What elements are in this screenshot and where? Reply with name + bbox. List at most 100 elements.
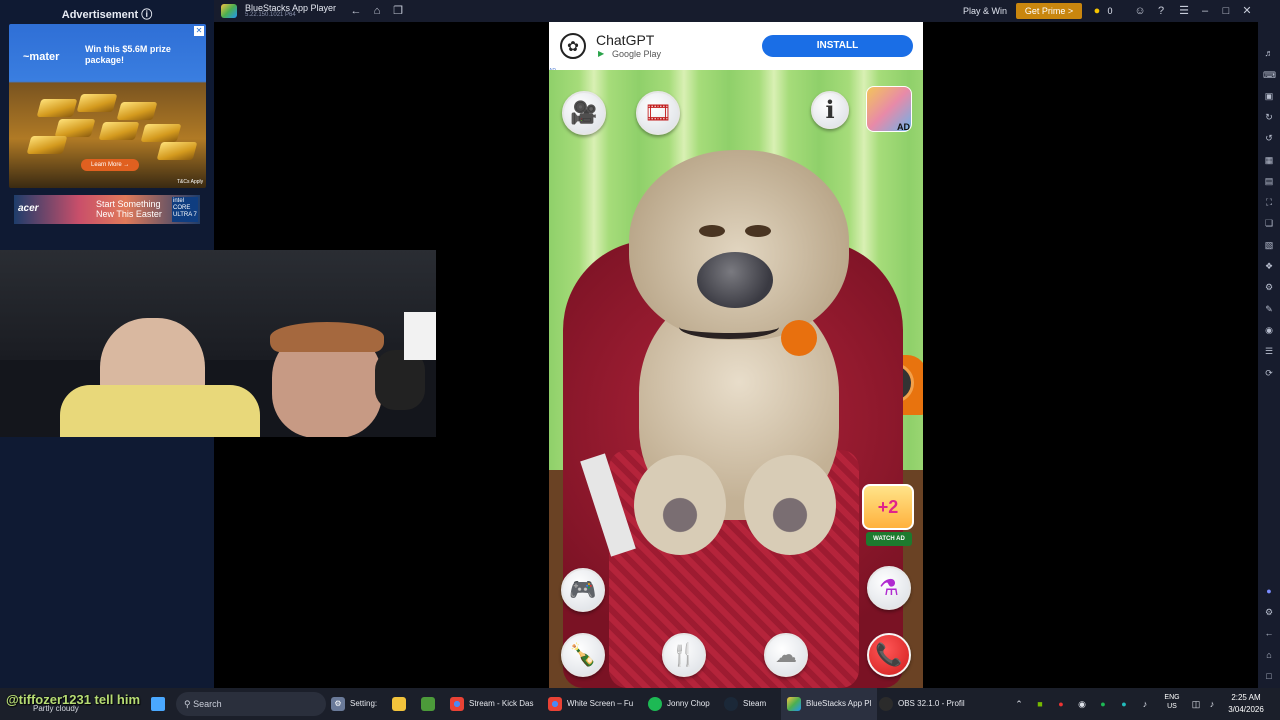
gold-bar-image	[98, 122, 140, 140]
volume-icon[interactable]: ♪	[1206, 698, 1218, 710]
spotify-icon	[648, 696, 662, 711]
taskbar-app-chrome-kick[interactable]: Stream - Kick Das	[450, 688, 533, 720]
gold-bar-image	[140, 124, 182, 142]
macro-icon[interactable]: ▦	[1263, 154, 1275, 166]
potions-button[interactable]: ⚗	[867, 566, 911, 610]
media-folder-icon[interactable]: ▧	[1263, 239, 1275, 251]
taskbar-app-bluestacks[interactable]: BlueStacks App Pl	[781, 688, 878, 720]
taskbar-app-label: Setting:	[350, 699, 378, 708]
ben-right-eye	[745, 225, 771, 237]
screenshot-icon[interactable]: ⛶	[1263, 196, 1275, 208]
gold-bar-image	[76, 94, 118, 112]
multi-instance-icon[interactable]: ❏	[1263, 217, 1275, 229]
gamepad-icon[interactable]: ▣	[1263, 90, 1275, 102]
minimize-icon[interactable]: –	[1198, 4, 1212, 18]
help-icon[interactable]: ?	[1154, 4, 1168, 18]
coin-count: 0	[1107, 6, 1113, 16]
language-indicator[interactable]: ENG US	[1162, 693, 1182, 711]
taskbar-app-settings[interactable]: ⚙ Setting:	[331, 688, 377, 720]
ben-left-foot[interactable]	[634, 455, 726, 555]
drink-button[interactable]: 🍾	[561, 633, 605, 677]
ad-learn-more-button[interactable]: Learn More →	[81, 159, 140, 171]
back-icon[interactable]: ←	[349, 4, 363, 18]
maximize-icon[interactable]: □	[1219, 4, 1233, 18]
sync-icon[interactable]: ↺	[1263, 132, 1275, 144]
fart-button[interactable]: ☁	[764, 633, 808, 677]
recent-apps-icon[interactable]: ❐	[391, 4, 405, 18]
erase-icon[interactable]: ✎	[1263, 303, 1275, 315]
get-prime-button[interactable]: Get Prime >	[1016, 3, 1082, 19]
discord-icon[interactable]: ●	[1263, 585, 1275, 597]
settings-icon[interactable]: ⚙	[1263, 606, 1275, 618]
start-icon[interactable]	[151, 697, 165, 711]
rotate-icon[interactable]: ↻	[1263, 111, 1275, 123]
notifications-icon[interactable]: ☰	[1177, 4, 1191, 18]
bluestacks-logo-icon	[221, 4, 237, 18]
gold-bar-image	[36, 99, 78, 117]
games-button[interactable]: 🎮	[561, 568, 605, 612]
network-icon[interactable]: ◫	[1190, 698, 1202, 710]
taskbar-app-spotify[interactable]: Jonny Chop	[648, 688, 710, 720]
record-video-button[interactable]: 🎥	[562, 91, 606, 135]
performance-icon[interactable]: ▤	[1263, 175, 1275, 187]
ad-header: Advertisement ⓘ	[61, 9, 153, 21]
play-and-win-button[interactable]: Play & Win	[956, 3, 1014, 19]
close-icon[interactable]: ✕	[1240, 4, 1254, 18]
microphone-icon[interactable]: ♪	[1139, 698, 1151, 710]
home-icon[interactable]: ⌂	[370, 4, 384, 18]
overview-icon[interactable]: □	[1263, 670, 1275, 682]
hang-up-button[interactable]: 📞	[867, 633, 911, 677]
install-button[interactable]: INSTALL	[762, 35, 913, 57]
ben-nose[interactable]	[697, 252, 773, 308]
ben-head[interactable]	[629, 150, 849, 340]
ad2-brand-logo: acer	[18, 203, 39, 214]
watch-ad-label[interactable]: WATCH AD	[866, 532, 912, 546]
phone-handset[interactable]	[781, 320, 817, 356]
eco-mode-icon[interactable]: ⚙	[1263, 281, 1275, 293]
taskbar-app-steam[interactable]: Steam	[724, 688, 766, 720]
webcam-light	[404, 312, 436, 360]
watch-ad-reward-icon[interactable]: +2	[862, 484, 914, 530]
home-sidebar-icon[interactable]: ⌂	[1263, 649, 1275, 661]
ad-close-icon[interactable]: ✕	[194, 26, 204, 36]
tray-overflow-icon[interactable]: ⌃	[1013, 698, 1025, 710]
taskbar-app-minecraft[interactable]	[421, 688, 440, 720]
back-arrow-icon[interactable]: ←	[1263, 627, 1275, 639]
stream-chat-overlay: @tiffozer1231 tell him	[6, 692, 141, 707]
talking-ben-scene[interactable]	[549, 70, 923, 688]
ben-right-foot[interactable]	[744, 455, 836, 555]
taskbar-app-explorer[interactable]	[392, 688, 411, 720]
tray-app-icon[interactable]: ●	[1118, 698, 1130, 710]
spotify-tray-icon[interactable]: ●	[1097, 698, 1109, 710]
ad-store-name: Google Play	[612, 49, 662, 59]
refresh-icon[interactable]: ⟳	[1263, 367, 1275, 379]
taskbar-search[interactable]: ⚲ Search	[176, 692, 326, 716]
taskbar-app-label: Stream - Kick Das	[469, 699, 534, 708]
tray-app-icon[interactable]: ●	[1055, 698, 1067, 710]
chatgpt-logo-icon: ✿	[560, 33, 586, 59]
food-button[interactable]: 🍴	[662, 633, 706, 677]
lang-code: ENG	[1164, 694, 1180, 701]
gold-bar-image	[116, 102, 158, 120]
ad2-text: Start Something New This Easter	[96, 199, 162, 219]
bluestacks-icon	[787, 696, 801, 711]
account-icon[interactable]: ☺	[1133, 4, 1147, 18]
layers-icon[interactable]: ☰	[1263, 345, 1275, 357]
keyboard-icon[interactable]: ⌨	[1263, 69, 1276, 81]
taskbar-app-obs[interactable]: OBS 32.1.0 - Profil	[879, 688, 965, 720]
nvidia-icon[interactable]: ■	[1034, 698, 1046, 710]
clock-date[interactable]: 3/04/2026	[1220, 705, 1272, 714]
gold-bar-image	[54, 119, 96, 137]
taskbar-app-chrome-white[interactable]: White Screen – Fu	[548, 688, 633, 720]
steam-tray-icon[interactable]: ◉	[1076, 698, 1088, 710]
videos-button[interactable]: 🎞	[636, 91, 680, 135]
clock-time[interactable]: 2:25 AM	[1220, 693, 1272, 702]
volume-up-icon[interactable]: ♬	[1263, 47, 1275, 59]
webcam-feed	[0, 250, 436, 437]
search-placeholder: Search	[193, 699, 222, 709]
info-button[interactable]: i	[811, 91, 849, 129]
location-icon[interactable]: ◉	[1263, 324, 1275, 336]
shake-icon[interactable]: ❖	[1263, 260, 1275, 272]
ad-banner-mater[interactable]: ~mater Win this $5.6M prize package! Lea…	[9, 24, 206, 188]
minecraft-icon	[421, 696, 435, 711]
